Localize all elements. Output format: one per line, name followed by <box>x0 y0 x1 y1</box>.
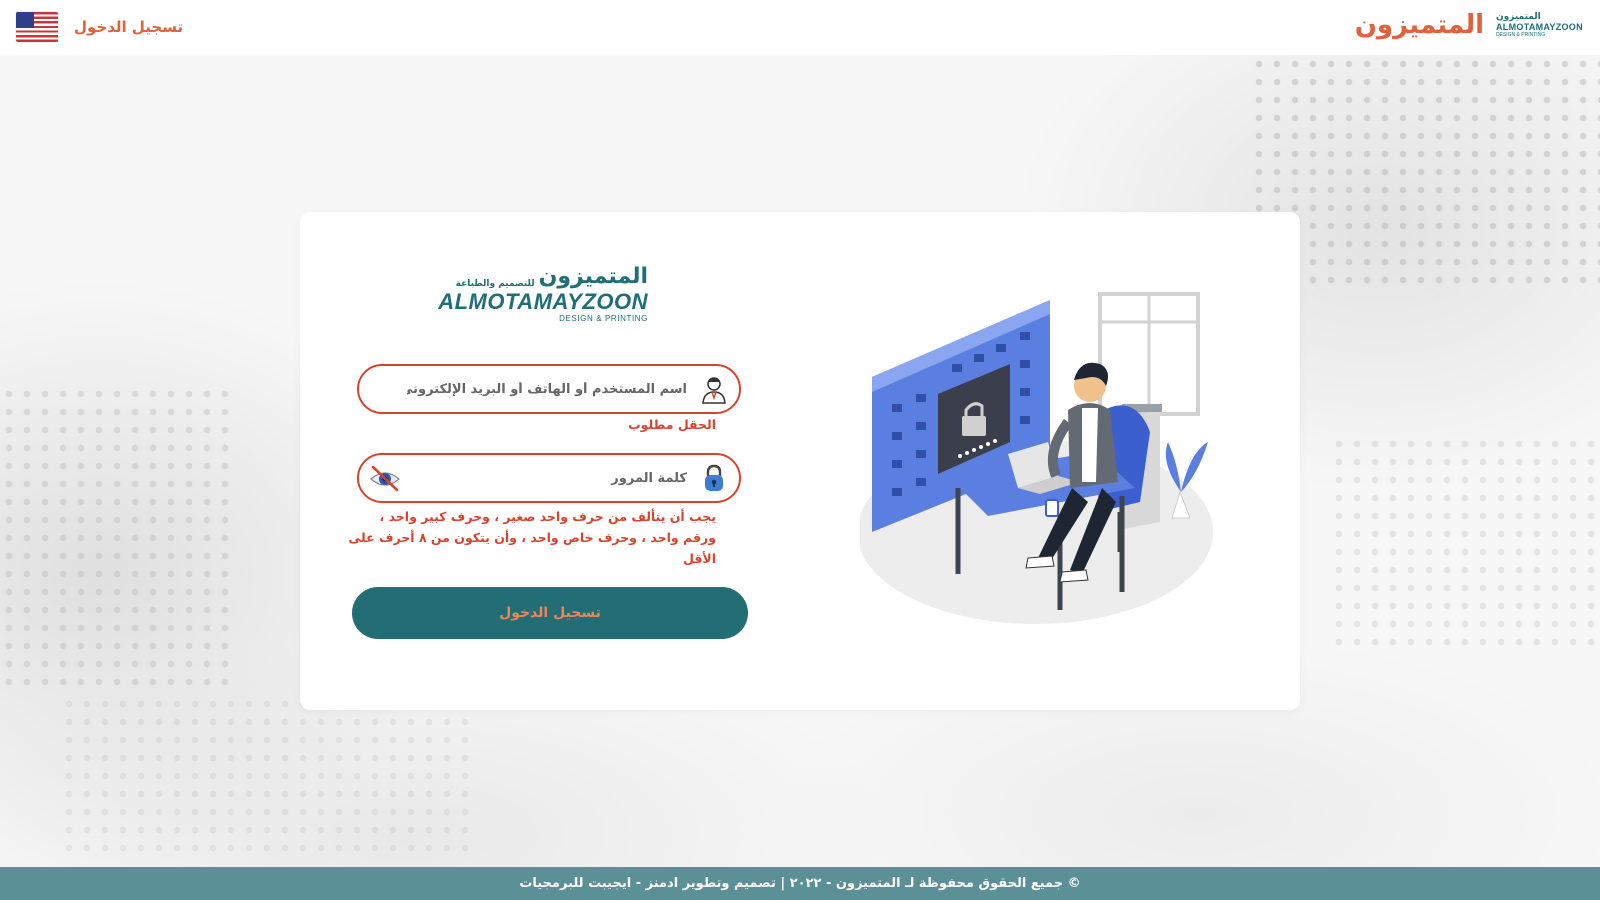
password-field <box>357 453 741 503</box>
eye-slash-icon[interactable] <box>369 464 401 492</box>
brand-title: المتميزون <box>1354 10 1484 40</box>
username-input[interactable] <box>407 366 687 412</box>
footer: © جميع الحقوق محفوظة لـ المتميزون - ٢٠٢٢… <box>0 867 1600 900</box>
brand-logo-ar: المتميزون <box>1496 12 1541 22</box>
username-field <box>357 364 741 414</box>
login-link[interactable]: تسجيل الدخول <box>74 18 183 36</box>
password-input[interactable] <box>407 455 687 501</box>
logo-en-sub: DESIGN & PRINTING <box>559 314 648 323</box>
login-submit-button[interactable]: تسجيل الدخول <box>352 587 748 639</box>
logo-en-main: ALMOTAMAYZOON <box>438 289 648 314</box>
brand[interactable]: المتميزون المتميزون ALMOTAMAYZOON DESIGN… <box>1354 10 1583 40</box>
password-error-line-2: ورقم واحد ، وحرف خاص واحد ، وأن يتكون من… <box>348 530 716 545</box>
password-error-line-1: يجب أن يتألف من حرف واحد صغير ، وحرف كبي… <box>379 509 716 524</box>
username-error: الحقل مطلوب <box>628 417 716 432</box>
brand-logo-tag: DESIGN & PRINTING <box>1496 32 1546 38</box>
footer-copyright: © جميع الحقوق محفوظة لـ المتميزون - ٢٠٢٢… <box>519 876 1081 891</box>
password-error: يجب أن يتألف من حرف واحد صغير ، وحرف كبي… <box>336 506 716 569</box>
us-flag-icon[interactable] <box>16 12 58 42</box>
logo-ar-main: المتميزون <box>538 264 648 289</box>
top-navbar: المتميزون المتميزون ALMOTAMAYZOON DESIGN… <box>0 0 1600 55</box>
lock-icon <box>699 463 729 493</box>
password-error-line-3: الأقل <box>683 551 716 566</box>
brand-logo-en: ALMOTAMAYZOON <box>1496 22 1583 32</box>
company-logo: للتصميم والطباعة المتميزون ALMOTAMAYZOON… <box>438 264 648 334</box>
user-icon <box>699 374 729 404</box>
brand-logo: المتميزون ALMOTAMAYZOON DESIGN & PRINTIN… <box>1496 12 1583 38</box>
login-card: للتصميم والطباعة المتميزون ALMOTAMAYZOON… <box>300 212 1300 710</box>
person-at-computer-login-illustration <box>857 292 1240 632</box>
